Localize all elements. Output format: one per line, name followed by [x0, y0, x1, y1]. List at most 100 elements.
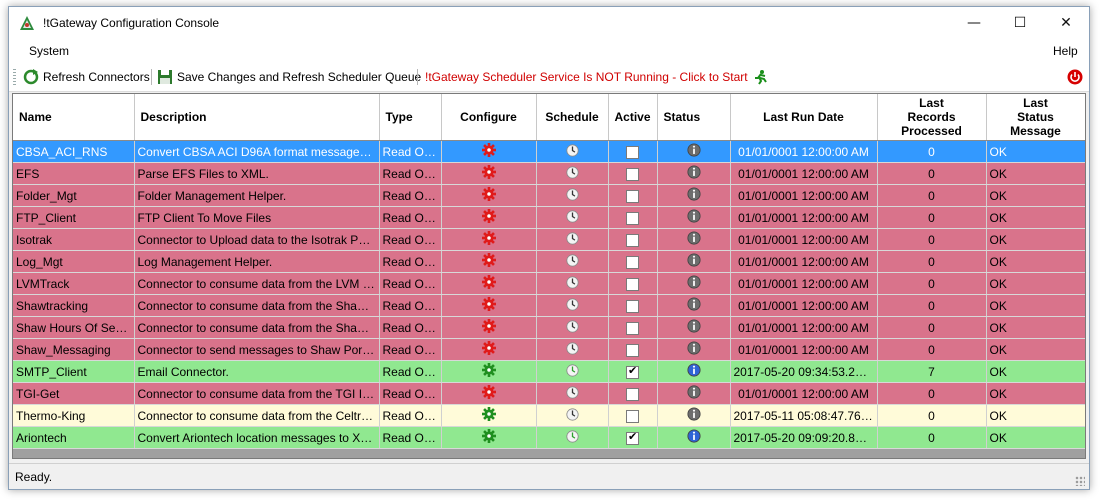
cell-name[interactable]: Ariontech	[13, 426, 135, 449]
clock-icon[interactable]	[565, 407, 579, 424]
cell-schedule[interactable]	[536, 316, 609, 339]
cell-description[interactable]: Email Connector.	[134, 360, 380, 383]
cell-status-message[interactable]: OK	[986, 360, 1085, 383]
cell-description[interactable]: Connector to consume data from the Shawt…	[134, 294, 380, 317]
cell-schedule[interactable]	[536, 250, 609, 273]
table-row[interactable]: Ariontech Convert Ariontech location mess…	[13, 426, 1085, 449]
cell-description[interactable]: Parse EFS Files to XML.	[134, 162, 380, 185]
cell-records-processed[interactable]: 0	[877, 206, 987, 229]
cell-configure[interactable]	[441, 250, 537, 273]
info-icon[interactable]	[686, 231, 701, 248]
cell-type[interactable]: Read Only	[379, 140, 442, 163]
active-checkbox[interactable]	[626, 364, 639, 379]
info-icon[interactable]	[686, 429, 701, 446]
cell-type[interactable]: Read Only	[379, 404, 442, 427]
refresh-connectors-button[interactable]: Refresh Connectors	[23, 69, 150, 85]
cell-configure[interactable]	[441, 184, 537, 207]
cell-active[interactable]	[608, 206, 658, 229]
cell-type[interactable]: Read Only	[379, 162, 442, 185]
cell-configure[interactable]	[441, 316, 537, 339]
cell-active[interactable]	[608, 294, 658, 317]
gear-icon[interactable]	[481, 319, 496, 336]
gear-icon[interactable]	[481, 407, 496, 424]
cell-type[interactable]: Read Only	[379, 294, 442, 317]
active-checkbox[interactable]	[626, 343, 639, 357]
cell-name[interactable]: TGI-Get	[13, 382, 135, 405]
cell-status-message[interactable]: OK	[986, 272, 1085, 295]
cell-type[interactable]: Read Only	[379, 228, 442, 251]
cell-name[interactable]: LVMTrack	[13, 272, 135, 295]
cell-schedule[interactable]	[536, 382, 609, 405]
clock-icon[interactable]	[565, 319, 579, 336]
cell-configure[interactable]	[441, 404, 537, 427]
cell-status[interactable]	[657, 426, 731, 449]
table-row[interactable]: Shawtracking Connector to consume data fr…	[13, 294, 1085, 317]
cell-status[interactable]	[657, 338, 731, 361]
cell-last-run-date[interactable]: 01/01/0001 12:00:00 AM	[730, 272, 878, 295]
cell-records-processed[interactable]: 0	[877, 426, 987, 449]
column-header-last-status-message[interactable]: Last Status Message	[986, 94, 1085, 141]
cell-active[interactable]	[608, 426, 658, 449]
cell-records-processed[interactable]: 0	[877, 140, 987, 163]
table-row[interactable]: LVMTrack Connector to consume data from t…	[13, 272, 1085, 295]
cell-records-processed[interactable]: 0	[877, 250, 987, 273]
cell-active[interactable]	[608, 360, 658, 383]
cell-records-processed[interactable]: 0	[877, 228, 987, 251]
cell-active[interactable]	[608, 250, 658, 273]
cell-type[interactable]: Read Only	[379, 272, 442, 295]
cell-configure[interactable]	[441, 162, 537, 185]
cell-description[interactable]: Convert CBSA ACI D96A format messages to…	[134, 140, 380, 163]
cell-last-run-date[interactable]: 2017-05-20 09:34:53.263 PM	[730, 360, 878, 383]
cell-name[interactable]: Isotrak	[13, 228, 135, 251]
cell-type[interactable]: Read Only	[379, 184, 442, 207]
info-icon[interactable]	[686, 385, 701, 402]
cell-description[interactable]: Convert Ariontech location messages to X…	[134, 426, 380, 449]
cell-records-processed[interactable]: 0	[877, 184, 987, 207]
active-checkbox[interactable]	[626, 430, 639, 445]
cell-configure[interactable]	[441, 272, 537, 295]
cell-records-processed[interactable]: 0	[877, 272, 987, 295]
menu-system[interactable]: System	[29, 44, 69, 58]
cell-schedule[interactable]	[536, 228, 609, 251]
active-checkbox[interactable]	[626, 277, 639, 291]
cell-records-processed[interactable]: 0	[877, 382, 987, 405]
resize-grip[interactable]	[1075, 476, 1085, 486]
cell-last-run-date[interactable]: 01/01/0001 12:00:00 AM	[730, 228, 878, 251]
cell-name[interactable]: Shaw_Messaging	[13, 338, 135, 361]
cell-schedule[interactable]	[536, 206, 609, 229]
cell-status[interactable]	[657, 140, 731, 163]
cell-configure[interactable]	[441, 228, 537, 251]
column-header-schedule[interactable]: Schedule	[536, 94, 609, 141]
column-header-description[interactable]: Description	[134, 94, 380, 141]
cell-active[interactable]	[608, 162, 658, 185]
cell-description[interactable]: Connector to consume data from the Shawt…	[134, 316, 380, 339]
clock-icon[interactable]	[565, 253, 579, 270]
cell-type[interactable]: Read Only	[379, 426, 442, 449]
info-icon[interactable]	[686, 253, 701, 270]
cell-schedule[interactable]	[536, 272, 609, 295]
info-icon[interactable]	[686, 275, 701, 292]
minimize-button[interactable]: —	[951, 7, 997, 39]
cell-last-run-date[interactable]: 2017-05-11 05:08:47.766 PM	[730, 404, 878, 427]
cell-type[interactable]: Read Only	[379, 316, 442, 339]
table-row[interactable]: Folder_Mgt Folder Management Helper. Read …	[13, 184, 1085, 207]
cell-records-processed[interactable]: 0	[877, 316, 987, 339]
cell-status[interactable]	[657, 184, 731, 207]
save-changes-button[interactable]: Save Changes and Refresh Scheduler Queue	[157, 69, 421, 85]
active-checkbox[interactable]	[626, 145, 639, 159]
cell-configure[interactable]	[441, 294, 537, 317]
cell-type[interactable]: Read Only	[379, 206, 442, 229]
gear-icon[interactable]	[481, 341, 496, 358]
cell-name[interactable]: Log_Mgt	[13, 250, 135, 273]
column-header-last-run-date[interactable]: Last Run Date	[730, 94, 878, 141]
clock-icon[interactable]	[565, 209, 579, 226]
cell-name[interactable]: Thermo-King	[13, 404, 135, 427]
active-checkbox[interactable]	[626, 255, 639, 269]
cell-active[interactable]	[608, 228, 658, 251]
cell-active[interactable]	[608, 382, 658, 405]
column-header-name[interactable]: Name	[13, 94, 135, 141]
cell-status[interactable]	[657, 360, 731, 383]
clock-icon[interactable]	[565, 297, 579, 314]
cell-schedule[interactable]	[536, 426, 609, 449]
cell-configure[interactable]	[441, 382, 537, 405]
